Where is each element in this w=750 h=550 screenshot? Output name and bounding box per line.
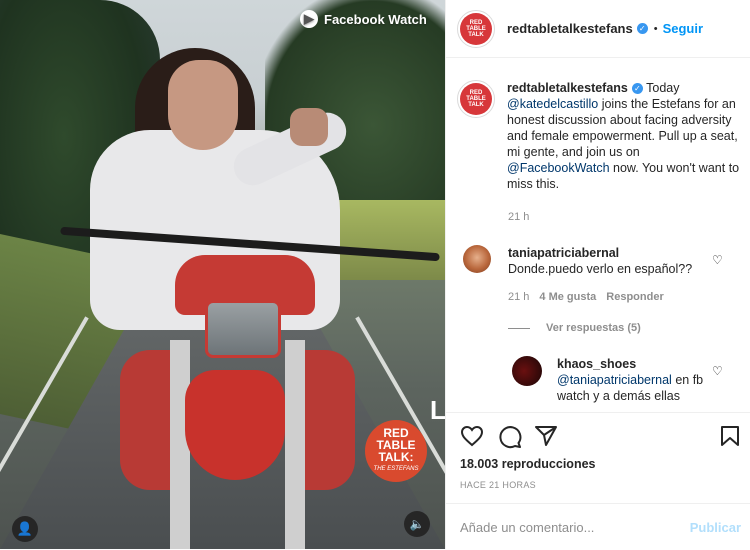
post-header: RED TABLE TALK redtabletalkestefans ✓ • Se… (446, 0, 750, 58)
facebook-watch-icon: ▶ (300, 10, 318, 28)
caption-timestamp[interactable]: 21 h (508, 211, 529, 223)
mention-link[interactable]: @katedelcastillo (507, 97, 598, 111)
facebook-watch-watermark: ▶ Facebook Watch (300, 10, 427, 28)
comment-timestamp[interactable]: 21 h (508, 291, 529, 303)
heart-icon[interactable] (460, 425, 484, 447)
caption-text: redtabletalkestefans ✓ Today @katedelcast… (507, 80, 742, 192)
caption-avatar[interactable]: RED TABLE TALK (457, 80, 495, 118)
caption-letter: L (430, 395, 445, 425)
logo-line4: THE ESTEFANS (373, 466, 419, 472)
view-replies-label: Ver respuestas (5) (546, 322, 641, 334)
caption-username[interactable]: redtabletalkestefans (507, 81, 628, 95)
comment-text-block: taniapatriciabernal Donde.puedo verlo en… (508, 245, 692, 277)
caption-avatar-logo: RED TABLE TALK (460, 83, 492, 115)
grass-right (325, 200, 445, 280)
verified-icon: ✓ (631, 83, 643, 95)
avatar-logo: RED TABLE TALK (460, 12, 492, 45)
comment-item: taniapatriciabernal Donde.puedo verlo en… (463, 245, 733, 277)
watermark-label: Facebook Watch (324, 11, 427, 27)
bike-fender (185, 370, 285, 480)
reply-username[interactable]: khaos_shoes (557, 357, 636, 371)
view-count[interactable]: 18.003 reproducciones (460, 457, 595, 471)
bookmark-icon[interactable] (720, 425, 740, 447)
bike-fork-right (285, 340, 305, 549)
post-comment-button[interactable]: Publicar (690, 520, 741, 535)
rider-face (168, 60, 238, 150)
replies-divider (508, 327, 530, 329)
reply-like-heart-icon[interactable]: ♡ (712, 364, 723, 378)
bike-tank-right (300, 350, 355, 490)
caption-part1: Today (642, 81, 680, 95)
comment-icon[interactable] (498, 425, 522, 449)
reply-avatar[interactable] (512, 356, 542, 386)
reply-button[interactable]: Responder (606, 291, 663, 303)
view-replies-button[interactable]: Ver respuestas (5) (508, 322, 641, 334)
user-tag-icon[interactable]: 👤 (12, 516, 38, 542)
reply-text-block: khaos_shoes @taniapatriciabernal en fb w… (557, 356, 712, 404)
red-table-talk-logo: RED TABLE TALK: THE ESTEFANS (365, 420, 427, 482)
comment-likes[interactable]: 4 Me gusta (539, 291, 596, 303)
comment-meta: 21 h 4 Me gusta Responder (508, 291, 664, 303)
volume-icon[interactable]: 🔈 (404, 511, 430, 537)
verified-icon: ✓ (636, 23, 648, 34)
comment-composer: Añade un comentario... Publicar (446, 503, 750, 550)
follow-button[interactable]: Seguir (663, 21, 703, 36)
facebook-watch-link[interactable]: @FacebookWatch (507, 161, 610, 175)
comment-username[interactable]: taniapatriciabernal (508, 246, 619, 260)
action-bar (446, 412, 750, 461)
comment-text: Donde.puedo verlo en español?? (508, 262, 693, 276)
post-age[interactable]: HACE 21 HORAS (460, 480, 536, 490)
header-username[interactable]: redtabletalkestefans (507, 21, 633, 36)
rider-fist (290, 108, 328, 146)
post-video[interactable]: ▶ Facebook Watch L RED TABLE TALK: THE E… (0, 0, 445, 549)
reply-mention[interactable]: @taniapatriciabernal (557, 373, 672, 387)
share-icon[interactable] (534, 425, 558, 447)
avatar[interactable]: RED TABLE TALK (457, 9, 495, 48)
reply-item: khaos_shoes @taniapatriciabernal en fb w… (512, 356, 712, 404)
bike-headlight (205, 300, 281, 358)
separator-dot: • (653, 22, 658, 35)
logo-line3: TALK: (378, 450, 414, 464)
comment-like-heart-icon[interactable]: ♡ (712, 253, 723, 267)
post-caption: RED TABLE TALK redtabletalkestefans ✓ Today… (457, 80, 742, 192)
comment-input[interactable]: Añade un comentario... (460, 520, 690, 535)
commenter-avatar[interactable] (463, 245, 491, 273)
post-panel: RED TABLE TALK redtabletalkestefans ✓ • Se… (445, 0, 750, 549)
